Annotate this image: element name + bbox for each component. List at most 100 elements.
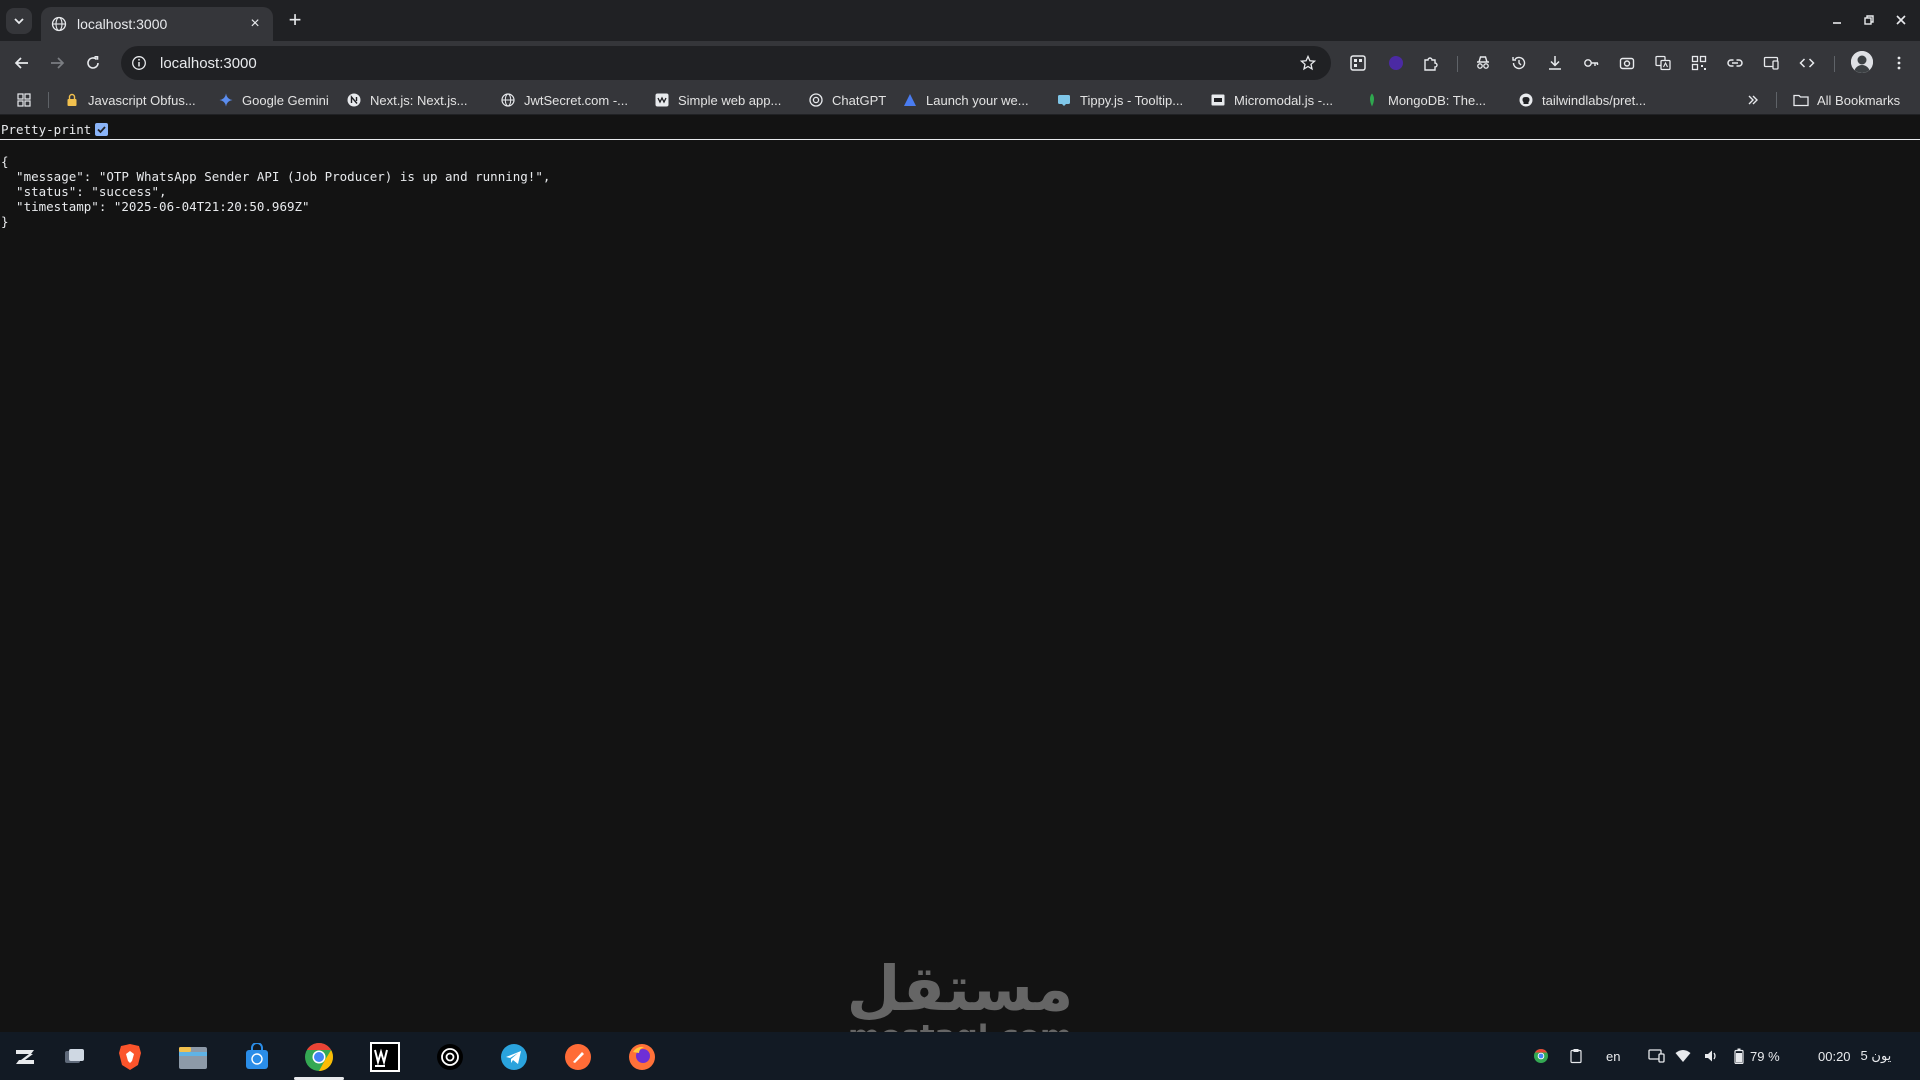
bookmark-google-gemini[interactable]: Google Gemini (218, 90, 329, 110)
taskbar-chatgpt[interactable] (433, 1040, 467, 1074)
purple-extension-icon[interactable] (1385, 52, 1407, 74)
chevron-down-icon (14, 18, 24, 25)
bookmark-jwtsecret[interactable]: JwtSecret.com -... (500, 90, 628, 110)
webstorm-icon (370, 1042, 400, 1072)
back-button[interactable] (8, 49, 36, 77)
tray-battery[interactable]: 79 % (1734, 1046, 1780, 1066)
new-tab-button[interactable]: + (283, 9, 307, 33)
all-bookmarks-button[interactable]: All Bookmarks (1793, 90, 1900, 110)
bookmark-nextjs[interactable]: Next.js: Next.js... (346, 90, 468, 110)
taskbar-files[interactable] (176, 1040, 210, 1074)
reload-icon (87, 56, 99, 69)
site-info-icon[interactable] (130, 54, 148, 72)
chatgpt-icon (808, 92, 824, 108)
link-icon[interactable] (1724, 52, 1746, 74)
bookmark-chatgpt[interactable]: ChatGPT (808, 90, 886, 110)
nextjs-icon (346, 92, 362, 108)
url-text[interactable]: localhost:3000 (160, 55, 1293, 72)
chatgpt-icon (437, 1044, 463, 1070)
reload-button[interactable] (79, 49, 107, 77)
devtools-code-icon[interactable] (1796, 52, 1818, 74)
taskbar-software-store[interactable] (240, 1040, 274, 1074)
qr-extension-icon[interactable] (1347, 52, 1369, 74)
wifi-icon (1675, 1050, 1691, 1062)
bookmark-javascript-obfuscator[interactable]: Javascript Obfus... (64, 90, 196, 110)
restore-button[interactable] (1857, 8, 1881, 32)
folder-icon (1793, 92, 1809, 108)
taskbar-workspaces[interactable] (57, 1040, 91, 1074)
qr-code-icon[interactable] (1688, 52, 1710, 74)
browser-toolbar: localhost:3000 10 (0, 41, 1920, 113)
clipboard-icon (1570, 1049, 1582, 1064)
minimize-button[interactable] (1825, 8, 1849, 32)
apps-button[interactable] (16, 90, 32, 110)
store-bag-icon (246, 1043, 268, 1069)
bookmark-tailwindlabs[interactable]: tailwindlabs/pret... (1518, 90, 1646, 110)
tray-clock[interactable]: 00:20 يون 5 (1818, 1046, 1891, 1066)
taskbar-webstorm[interactable] (368, 1040, 402, 1074)
tab-close-button[interactable]: × (247, 15, 263, 33)
globe-icon (500, 92, 516, 108)
checkmark-icon (97, 125, 106, 133)
zorin-menu-button[interactable] (8, 1040, 42, 1074)
restore-icon (1864, 15, 1874, 25)
pretty-print-checkbox[interactable] (95, 122, 109, 136)
battery-percent: 79 % (1750, 1048, 1780, 1064)
extensions-puzzle-icon[interactable] (1420, 52, 1442, 74)
taskbar-chrome[interactable] (302, 1040, 336, 1074)
tab-strip: localhost:3000 × + (0, 0, 1920, 41)
profile-avatar[interactable] (1851, 51, 1873, 73)
tray-chrome[interactable] (1533, 1046, 1549, 1066)
tab-search-button[interactable] (6, 8, 32, 34)
bookmark-star-icon[interactable] (1293, 48, 1323, 78)
double-chevron-right-icon (1748, 95, 1758, 105)
globe-icon (51, 16, 67, 32)
tab-localhost[interactable]: localhost:3000 × (41, 7, 273, 41)
address-bar[interactable]: localhost:3000 (121, 46, 1331, 80)
micromodal-icon (1210, 92, 1226, 108)
apps-grid-icon (17, 93, 31, 107)
pretty-print-label: Pretty-print (1, 121, 92, 137)
windows-overview-icon (65, 1049, 84, 1063)
bookmark-mongodb[interactable]: MongoDB: The... (1364, 90, 1486, 110)
pretty-print-bar: Pretty-print (0, 119, 1920, 140)
device-mode-icon[interactable] (1760, 52, 1782, 74)
history-icon[interactable] (1508, 52, 1530, 74)
bookmarks-separator (48, 92, 49, 108)
tray-volume[interactable] (1703, 1046, 1719, 1066)
arrow-left-icon (14, 57, 28, 69)
tippy-icon (1056, 92, 1072, 108)
screenshot-icon[interactable] (1616, 52, 1638, 74)
clock-time: 00:20 (1818, 1048, 1851, 1064)
bookmark-launch-your-website[interactable]: Launch your we... (902, 90, 1029, 110)
taskbar-postman[interactable] (561, 1040, 595, 1074)
tray-clipboard[interactable] (1569, 1046, 1583, 1066)
tray-display[interactable] (1648, 1046, 1666, 1066)
bookmark-tippyjs[interactable]: Tippy.js - Tooltip... (1056, 90, 1183, 110)
bookmark-micromodal[interactable]: Micromodal.js -... (1210, 90, 1333, 110)
chrome-icon (305, 1043, 333, 1071)
json-content: { "message": "OTP WhatsApp Sender API (J… (1, 154, 551, 229)
password-key-icon[interactable] (1580, 52, 1602, 74)
forward-button[interactable] (43, 49, 71, 77)
clock-date: يون 5 (1860, 1048, 1892, 1063)
taskbar-telegram[interactable] (497, 1040, 531, 1074)
chrome-menu-button[interactable] (1885, 49, 1913, 77)
bookmark-simple-web-app[interactable]: Simple web app... (654, 90, 781, 110)
tray-language[interactable]: en (1606, 1046, 1620, 1066)
bookmarks-separator-2 (1776, 92, 1777, 108)
mongodb-icon (1364, 92, 1380, 108)
close-window-button[interactable] (1889, 8, 1913, 32)
battery-icon (1734, 1048, 1744, 1064)
taskbar-firefox[interactable] (625, 1040, 659, 1074)
zorin-logo-icon (16, 1050, 34, 1064)
incognito-icon[interactable] (1472, 52, 1494, 74)
translate-icon[interactable] (1652, 52, 1674, 74)
tray-wifi[interactable] (1675, 1046, 1691, 1066)
volume-icon (1705, 1050, 1716, 1062)
bookmarks-bar: Javascript Obfus... Google Gemini Next.j… (0, 85, 1920, 115)
github-icon (1518, 92, 1534, 108)
downloads-icon[interactable] (1544, 52, 1566, 74)
taskbar-brave[interactable] (113, 1040, 147, 1074)
bookmarks-overflow-button[interactable] (1746, 90, 1760, 110)
